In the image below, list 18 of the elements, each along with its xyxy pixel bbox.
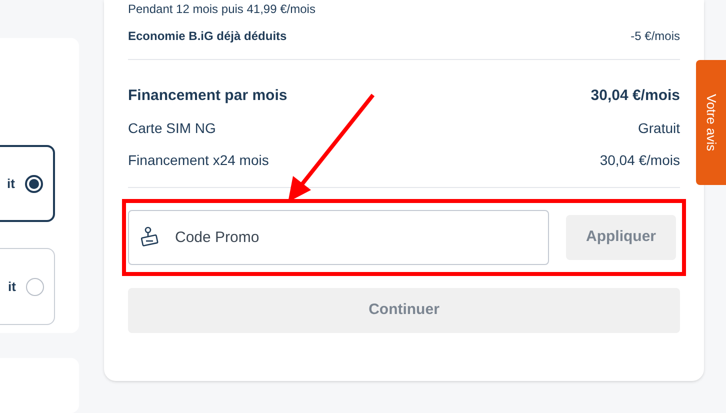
radio-button[interactable] [25,174,43,192]
ticket-icon [140,226,160,248]
discount-label: Economie B.iG déjà déduits [128,28,287,44]
financing-label: Financement par mois [128,86,288,106]
discount-value: -5 €/mois [630,28,680,44]
financing-value: 30,04 €/mois [590,86,680,106]
option-tile[interactable]: it [0,145,55,222]
radio-button[interactable] [26,278,44,296]
option-label: it [8,278,16,296]
row-label: Carte SIM NG [128,119,216,138]
row-value: Gratuit [638,119,680,138]
promo-code-field[interactable]: Code Promo [128,210,549,265]
feedback-tab[interactable]: Votre avis [696,60,726,185]
option-tile[interactable]: it [0,248,55,325]
row-label: Financement x24 mois [128,151,269,170]
option-label: it [7,174,15,193]
promo-note: Pendant 12 mois puis 41,99 €/mois [128,1,316,17]
row-value: 30,04 €/mois [600,151,680,170]
